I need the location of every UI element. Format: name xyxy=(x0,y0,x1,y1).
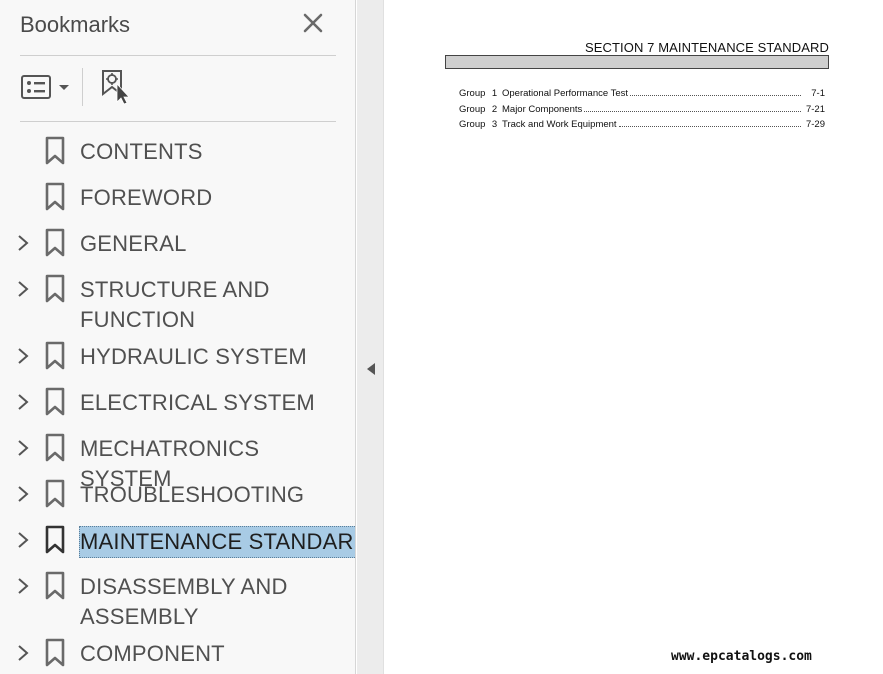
header-divider xyxy=(20,55,336,56)
bookmark-icon xyxy=(45,433,65,462)
bookmark-icon xyxy=(45,136,65,165)
list-options-icon xyxy=(21,75,69,99)
toc-row[interactable]: Group 1 Operational Performance Test 7-1 xyxy=(459,86,825,102)
bookmark-icon xyxy=(45,274,65,303)
panel-title: Bookmarks xyxy=(20,12,131,37)
toc-page: 7-21 xyxy=(805,103,825,115)
bookmark-label: MAINTENANCE STANDARD xyxy=(79,526,355,558)
chevron-right-icon[interactable] xyxy=(15,484,31,504)
section-title-bar xyxy=(445,55,829,69)
bookmark-item[interactable]: TROUBLESHOOTING xyxy=(0,479,355,526)
bookmark-item[interactable]: MAINTENANCE STANDARD xyxy=(0,525,355,572)
chevron-right-icon[interactable] xyxy=(15,233,31,253)
toc-leader xyxy=(618,126,801,127)
triangle-left-icon xyxy=(367,363,375,375)
toc-page: 7-29 xyxy=(805,119,825,130)
bookmark-item[interactable]: STRUCTURE AND FUNCTION xyxy=(0,274,355,342)
toc-number: 2 xyxy=(491,103,498,115)
chevron-right-icon[interactable] xyxy=(15,438,31,458)
bookmark-icon xyxy=(45,182,65,211)
section-title: SECTION 7 MAINTENANCE STANDARD xyxy=(584,40,829,55)
bookmark-item[interactable]: ELECTRICAL SYSTEM xyxy=(0,387,355,434)
bookmark-icon xyxy=(45,525,65,554)
toc-leader xyxy=(584,110,801,112)
document-page: SECTION 7 MAINTENANCE STANDARD Group 1 O… xyxy=(385,0,883,674)
panel-header: Bookmarks xyxy=(20,12,336,42)
bookmark-item[interactable]: COMPONENT MOUNTING xyxy=(0,638,355,674)
toolbar-divider-line xyxy=(20,121,336,122)
bookmark-label: STRUCTURE AND FUNCTION xyxy=(80,277,270,332)
new-bookmark-icon xyxy=(102,70,130,105)
toc-group: Group xyxy=(459,103,486,115)
bookmark-icon xyxy=(45,228,65,257)
bookmark-item[interactable]: MECHATRONICS SYSTEM xyxy=(0,433,355,491)
toc-group: Group xyxy=(459,88,486,99)
new-bookmark-button[interactable] xyxy=(98,68,134,106)
close-icon[interactable] xyxy=(302,12,324,34)
toc-page: 7-1 xyxy=(811,88,825,99)
chevron-right-icon[interactable] xyxy=(15,279,31,299)
bookmark-label: HYDRAULIC SYSTEM xyxy=(80,344,307,369)
toc-title: Track and Work Equipment xyxy=(502,119,617,130)
panel-splitter[interactable] xyxy=(357,0,384,674)
toc-leader xyxy=(630,95,801,96)
collapse-panel-button[interactable] xyxy=(365,361,377,377)
bookmark-icon xyxy=(45,387,65,416)
chevron-right-icon[interactable] xyxy=(15,530,31,550)
toc-number: 3 xyxy=(491,119,498,130)
bookmark-item[interactable]: FOREWORD xyxy=(0,182,355,229)
toc-title: Operational Performance Test xyxy=(502,88,629,99)
chevron-right-icon[interactable] xyxy=(15,576,31,596)
bookmark-icon xyxy=(45,479,65,508)
bookmark-item[interactable]: DISASSEMBLY AND ASSEMBLY xyxy=(0,571,355,639)
bookmarks-toolbar xyxy=(18,68,336,108)
chevron-right-icon[interactable] xyxy=(15,643,31,663)
bookmark-item[interactable]: CONTENTS xyxy=(0,136,355,183)
bookmark-item[interactable]: GENERAL xyxy=(0,228,355,275)
toolbar-divider xyxy=(82,68,83,106)
bookmark-label: COMPONENT MOUNTING xyxy=(80,641,225,674)
toc-row[interactable]: Group 2 Major Components 7-21 xyxy=(459,102,825,118)
bookmark-label: FOREWORD xyxy=(80,185,213,210)
chevron-right-icon[interactable] xyxy=(15,346,31,366)
table-of-contents: Group 1 Operational Performance Test 7-1… xyxy=(459,86,825,133)
toc-row[interactable]: Group 3 Track and Work Equipment 7-29 xyxy=(459,117,825,133)
toc-number: 1 xyxy=(491,88,498,99)
bookmark-icon xyxy=(45,341,65,370)
bookmark-icon xyxy=(45,638,65,667)
toc-group: Group xyxy=(459,119,486,130)
bookmark-label: GENERAL xyxy=(80,231,187,256)
bookmark-label: ELECTRICAL SYSTEM xyxy=(80,390,315,415)
bookmark-icon xyxy=(45,571,65,600)
bookmark-label: DISASSEMBLY AND ASSEMBLY xyxy=(80,574,288,629)
bookmark-label: TROUBLESHOOTING xyxy=(80,482,305,507)
bookmarks-panel: Bookmarks CONTENTS FOREWORD GENERAL STRU… xyxy=(0,0,356,674)
options-button[interactable] xyxy=(20,72,72,104)
bookmark-label: CONTENTS xyxy=(80,139,203,164)
bookmark-item[interactable]: HYDRAULIC SYSTEM xyxy=(0,341,355,388)
chevron-right-icon[interactable] xyxy=(15,392,31,412)
watermark: www.epcatalogs.com xyxy=(671,649,812,664)
toc-title: Major Components xyxy=(502,103,583,115)
